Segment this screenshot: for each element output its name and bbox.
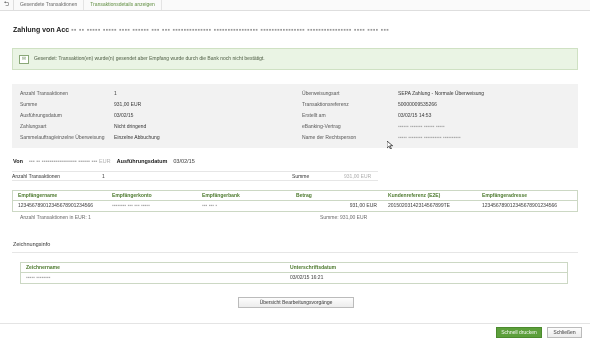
detail-value: 50000009535266 (398, 101, 437, 108)
recipient-address: 123456789012345678901234566 (482, 203, 558, 209)
payments-table-header: Empfängername Empfängerkonto Empfängerba… (13, 191, 577, 201)
transaction-summary-row: Anzahl Transaktionen 1 Summe 931,00 EUR (12, 171, 378, 181)
breadcrumb-transaction-details[interactable]: Transaktionsdetails anzeigen (84, 0, 162, 10)
from-account-value: ▪▪▪ ▪▪ ▪▪▪▪▪▪▪▪▪▪▪▪▪▪▪▪▪▪ ▪▪▪▪▪▪ ▪▪▪ EUR (28, 159, 111, 165)
from-account-line: Von ▪▪▪ ▪▪ ▪▪▪▪▪▪▪▪▪▪▪▪▪▪▪▪▪▪ ▪▪▪▪▪▪ ▪▪▪… (13, 159, 195, 166)
execution-date-value: 03/02/15 (173, 159, 195, 165)
amount: 931,00 EUR (349, 203, 377, 209)
section-divider (12, 252, 578, 253)
execution-date-label: Ausführungsdatum (116, 159, 168, 165)
detail-label: Sammelauftrag/einzelne Überweisung (20, 135, 105, 142)
column-header[interactable]: Empfängerkonto (107, 193, 197, 199)
close-button[interactable]: Schließen (547, 327, 582, 338)
envelope-icon: ✉ (19, 54, 29, 64)
page-title-prefix: Zahlung von Acc (13, 27, 70, 34)
details-right-column: Überweisungsart SEPA Zahlung - Normale Üb… (302, 88, 572, 144)
detail-value: SEPA Zahlung - Normale Überweisung (398, 90, 485, 97)
detail-value: 03/02/15 14:53 (398, 112, 432, 119)
bottom-divider (0, 323, 590, 324)
quick-print-button[interactable]: Schnell drucken (496, 327, 542, 338)
details-left-column: Anzahl Transaktionen 1 Summe 931,00 EUR Au… (20, 88, 290, 144)
alert-text: Gesendet: Transaktion(en) wurde(n) gesen… (34, 56, 265, 62)
column-header[interactable]: Empfängeradresse (477, 193, 577, 199)
sum-value: 931,00 EUR (344, 174, 372, 180)
footer-sum: Summe: 931,00 EUR (320, 215, 368, 221)
back-button[interactable]: ⮌ (0, 0, 14, 10)
recipient-bank: ▪▪▪ ▪▪▪ ▪ (202, 203, 218, 209)
detail-value: Einzelne Abbuchung (114, 135, 160, 142)
breadcrumb-sent-transactions[interactable]: Gesendete Transaktionen (14, 0, 85, 10)
arrow-back-icon: ⮌ (3, 0, 10, 8)
signature-table-header: Zeichnername Unterschriftsdatum (21, 263, 567, 273)
page-title: Zahlung von Acc ▪▪ ▪▪ ▪▪▪▪▪ ▪▪▪▪▪ ▪▪▪▪ ▪… (13, 27, 389, 35)
signature-table: Zeichnername Unterschriftsdatum ▪▪▪▪▪ ▪▪… (20, 262, 568, 284)
recipient-name: 123456789012345678901234566 (18, 203, 94, 209)
column-header[interactable]: Unterschriftsdatum (285, 265, 485, 271)
recipient-account: ▪▪▪▪▪▪▪▪ ▪▪▪ ▪▪▪ ▪▪▪▪▪ (112, 203, 150, 209)
detail-label: Transaktionsreferenz (302, 101, 349, 108)
customer-reference: 20150203142314567899TE (388, 203, 451, 209)
detail-value: 1 (114, 90, 117, 97)
table-row[interactable]: ▪▪▪▪▪ ▪▪▪▪▪▪▪▪ 03/02/15 16:21 (21, 273, 567, 283)
payments-table: Empfängername Empfängerkonto Empfängerba… (12, 190, 578, 212)
top-navigation-bar: ⮌ Gesendete Transaktionen Transaktionsde… (0, 0, 590, 11)
detail-value: Nicht dringend (114, 124, 147, 131)
sum-label: Summe (292, 174, 310, 180)
status-alert: ✉ Gesendet: Transaktion(en) wurde(n) ges… (12, 48, 578, 70)
column-header[interactable]: Kundenreferenz (E2E) (383, 193, 477, 199)
detail-value: ▪▪▪▪▪▪ ▪▪▪▪▪▪▪ ▪▪▪▪▪▪ ▪▪▪▪▪ (398, 124, 445, 131)
column-header[interactable]: Zeichnername (21, 265, 285, 271)
count-value: 1 (102, 174, 105, 180)
section-title-signature: Zeichnungsinfo (13, 242, 51, 248)
detail-label: Erstellt am (302, 112, 326, 119)
signer-name: ▪▪▪▪▪ ▪▪▪▪▪▪▪▪ (26, 275, 51, 281)
detail-label: Anzahl Transaktionen (20, 90, 69, 97)
detail-value: 931,00 EUR (114, 101, 142, 108)
detail-label: eBanking-Vertrag (302, 124, 341, 131)
table-row[interactable]: 123456789012345678901234566 ▪▪▪▪▪▪▪▪ ▪▪▪… (13, 201, 577, 211)
mouse-cursor-icon (387, 141, 393, 149)
footer-count: Anzahl Transaktionen in EUR: 1 (20, 215, 91, 221)
column-header[interactable]: Betrag (291, 193, 383, 199)
transaction-details-panel: Anzahl Transaktionen 1 Summe 931,00 EUR Au… (12, 84, 578, 148)
detail-label: Zahlungsart (20, 124, 47, 131)
count-label: Anzahl Transaktionen (12, 174, 61, 180)
column-header[interactable]: Empfängerbank (197, 193, 291, 199)
column-header[interactable]: Empfängername (13, 193, 107, 199)
detail-value: 03/02/15 (114, 112, 134, 119)
processing-overview-button[interactable]: Übersicht Bearbeitungsvorgänge (238, 297, 354, 308)
page-title-account: ▪▪ ▪▪ ▪▪▪▪▪ ▪▪▪▪▪ ▪▪▪▪ ▪▪▪▪▪▪ ▪▪▪ ▪▪▪ ▪▪… (71, 27, 390, 34)
signature-date: 03/02/15 16:21 (290, 275, 324, 281)
from-label: Von (13, 159, 23, 165)
detail-label: Name der Rechtsperson (302, 135, 357, 142)
detail-label: Summe (20, 101, 38, 108)
detail-value: ▪▪▪▪▪ ▪▪▪▪▪▪▪▪ ▪▪▪▪▪▪▪▪▪▪ ▪▪▪▪▪▪▪▪▪▪ (398, 135, 461, 142)
detail-label: Ausführungsdatum (20, 112, 62, 119)
detail-label: Überweisungsart (302, 90, 340, 97)
